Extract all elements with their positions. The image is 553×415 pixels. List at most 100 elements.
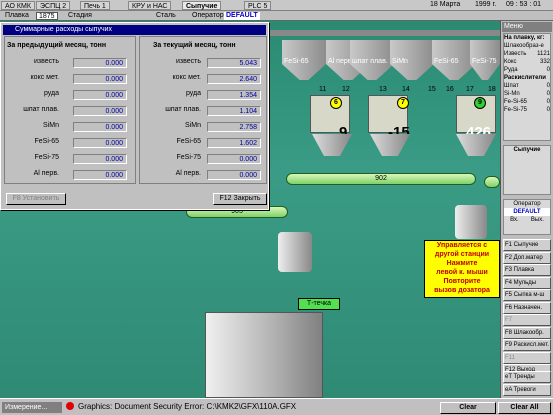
funnel-vessel <box>278 232 312 272</box>
clear-button[interactable]: Clear <box>440 402 496 414</box>
sypuchie-label: Сыпучие <box>513 147 541 153</box>
error-icon <box>66 402 74 410</box>
dosator-vessel <box>455 205 487 239</box>
summary-dialog: Суммарные расходы сыпучих За предыдущий … <box>0 22 269 210</box>
row-label: руда <box>43 90 59 97</box>
fkey-3[interactable]: F4 Мульды <box>503 276 551 289</box>
hopper-num: 17 <box>466 86 474 93</box>
logout-button[interactable]: Вых. <box>531 216 544 224</box>
fkey-11[interactable]: eT Тренды <box>503 371 551 383</box>
prev-value: 0.000 <box>73 90 127 100</box>
prev-value: 0.000 <box>73 154 127 164</box>
fkey-5[interactable]: F6 Назначен. <box>503 301 551 314</box>
recipe-label: Руда <box>504 67 518 73</box>
plavka-label: Плавка <box>5 12 29 19</box>
fkey-4[interactable]: F5 Сыпка м-ш <box>503 289 551 301</box>
conveyor-label: 902 <box>375 175 387 182</box>
hopper-label: Al перв <box>328 58 352 65</box>
recipe-row: Руда 0 <box>504 66 550 74</box>
hopper-label: шпат плав. <box>352 58 388 65</box>
cur-value: 5.043 <box>207 58 261 68</box>
time-text: 09 : 53 : 01 <box>506 1 542 8</box>
cur-value: 0.000 <box>207 154 261 164</box>
prev-value: 0.000 <box>73 138 127 148</box>
furnace-vessel <box>205 312 323 398</box>
row-label: FeSi-65 <box>176 138 201 145</box>
tecka-label[interactable]: Т-течка <box>298 298 340 310</box>
recipe-value: 0 <box>546 83 550 89</box>
row-label: кокс мет. <box>172 74 201 81</box>
recipe-row: Fe-Si-75 0 <box>504 106 550 114</box>
cur-value: 0.000 <box>207 170 261 180</box>
msg-line: Управляется с <box>436 242 488 249</box>
recipe-value: 0 <box>546 91 550 97</box>
hopper-num: 11 <box>319 86 327 93</box>
recipe-row: Fe-Si-65 0 <box>504 98 550 106</box>
sypuchie-panel: Сыпучие <box>503 145 551 195</box>
stadia-label: Стадия <box>68 12 92 19</box>
status-bar-top: Плавка 1875 Стадия Сталь Оператор DEFAUL… <box>0 11 553 21</box>
fkey-0[interactable]: F1 Сыпучие <box>503 239 551 251</box>
operator-panel: Оператор DEFAULT Вх. Вых. <box>503 199 551 235</box>
conveyor-902[interactable]: 902 <box>286 173 476 185</box>
hopper-num: 18 <box>488 86 496 93</box>
stal-label: Сталь <box>156 12 176 19</box>
operator-value: DEFAULT <box>224 12 260 20</box>
recipe-label: Кокс <box>504 59 517 65</box>
fkey-9[interactable]: F11 <box>503 351 551 364</box>
clear-all-button[interactable]: Clear All <box>498 402 551 414</box>
menu-title: Меню <box>502 22 552 32</box>
conveyor-end <box>484 176 500 188</box>
fkey-1[interactable]: F2 Доп.матер <box>503 251 551 264</box>
bottom-status-bar: Измерение... Graphics: Document Security… <box>0 398 553 415</box>
hopper-13[interactable]: шпат плав. <box>350 40 394 96</box>
recipe-head2: Шлакообраз-е <box>504 43 544 49</box>
operator-label: Оператор <box>192 12 224 19</box>
dosator-7-indicator[interactable]: 7 <box>397 97 409 109</box>
recipe-value: 1121 <box>537 51 550 57</box>
operator-panel-value: DEFAULT <box>504 208 550 216</box>
fkey-12[interactable]: eA Тревоги <box>503 384 551 396</box>
menu-pech1[interactable]: Печь 1 <box>80 1 110 10</box>
recipe-label: Fe-Si-65 <box>504 99 528 105</box>
prev-value: 0.000 <box>73 74 127 84</box>
cur-value: 2.758 <box>207 122 261 132</box>
msg-line: Повторите <box>443 278 481 285</box>
set-button[interactable]: F8 Установить <box>6 193 66 205</box>
recipe-head: На плавку, кг: <box>504 35 545 41</box>
remote-control-message: Управляется с другой станции Нажмите левой … <box>424 240 500 298</box>
msg-line: другой станции <box>434 251 490 258</box>
task-button[interactable]: Измерение... <box>2 402 62 413</box>
msg-line: Нажмите <box>446 260 478 267</box>
row-label: известь <box>175 58 201 65</box>
recipe-value: 0 <box>546 107 550 113</box>
dosator-6-indicator[interactable]: 6 <box>330 97 342 109</box>
top-rail <box>270 30 500 36</box>
login-button[interactable]: Вх. <box>510 216 519 224</box>
menu-plc5[interactable]: PLC 5 <box>244 1 272 10</box>
row-label: руда <box>185 90 201 97</box>
fkey-8[interactable]: F9 Раскисл.мет. <box>503 339 551 351</box>
msg-line: вызов дозатора <box>434 287 490 294</box>
prev-value: 0.000 <box>73 58 127 68</box>
fkey-7[interactable]: F8 Шлакообр. <box>503 326 551 339</box>
fkey-6[interactable]: F7 <box>503 314 551 326</box>
right-panel: Меню На плавку, кг: Шлакообраз-е Известь… <box>500 21 553 398</box>
menu-sypuchie[interactable]: Сыпучие <box>182 1 222 10</box>
menu-kru[interactable]: КРУ и НАС <box>128 1 172 10</box>
dosator-9-indicator[interactable]: 9 <box>474 97 486 109</box>
recipe-label: Известь <box>504 51 527 57</box>
row-label: кокс мет. <box>30 74 59 81</box>
msg-line: левой к. мыши <box>436 269 488 276</box>
prev-value: 0.000 <box>73 106 127 116</box>
close-button[interactable]: F12 Закрыть <box>213 193 267 205</box>
top-menu-bar: АО КМК ЭСПЦ 2 Печь 1 КРУ и НАС Сыпучие P… <box>0 0 553 11</box>
recipe-label: Si-Mn <box>504 91 520 97</box>
hopper-num: 15 <box>428 86 436 93</box>
recipe-label: Шпат <box>504 83 519 89</box>
menu-ao-kmk[interactable]: АО КМК <box>1 1 35 10</box>
fkey-2[interactable]: F3 Плавка <box>503 264 551 276</box>
hopper-num: 16 <box>446 86 454 93</box>
menu-espc2[interactable]: ЭСПЦ 2 <box>36 1 71 10</box>
recipe-row: Шпат 0 <box>504 82 550 90</box>
